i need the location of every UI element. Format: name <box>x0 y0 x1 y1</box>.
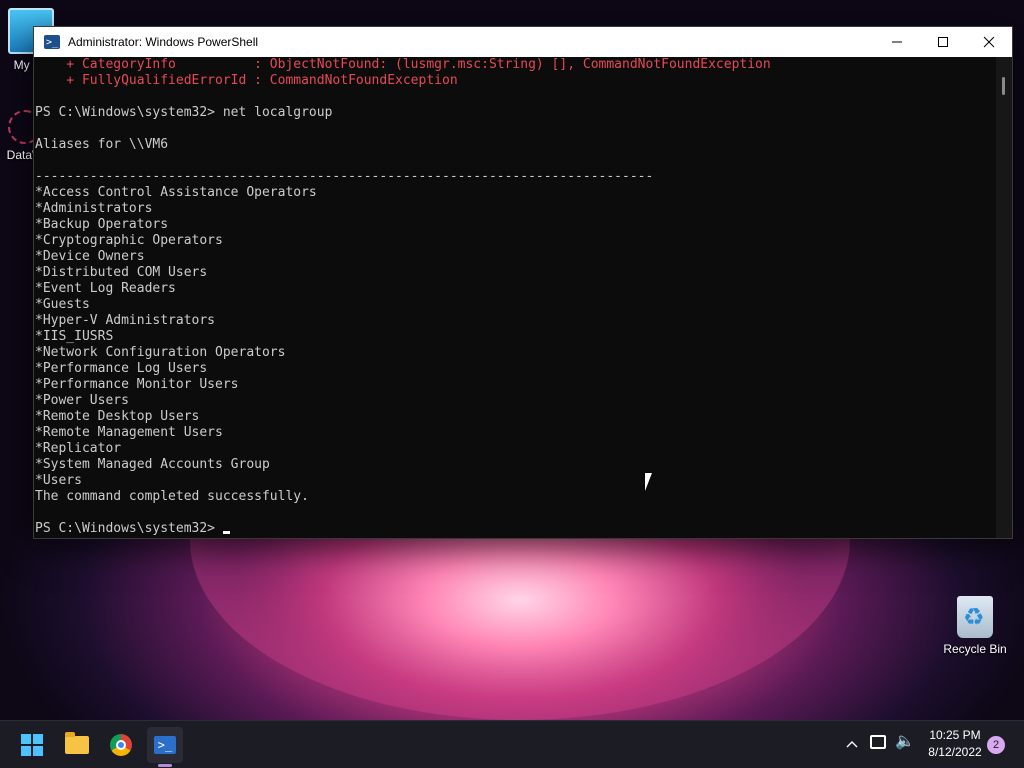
desktop-icon-recycle-bin[interactable]: Recycle Bin <box>940 596 1010 656</box>
console-line: *Performance Log Users <box>35 361 208 376</box>
taskbar-file-explorer[interactable] <box>59 727 95 763</box>
taskbar: >_ 🔈 10:25 PM 8/12/2022 2 <box>0 720 1024 768</box>
windows-start-icon <box>21 734 43 756</box>
desktop: My Co DataW Recycle Bin >_ Administrator… <box>0 0 1024 768</box>
console-line: *Replicator <box>35 441 122 456</box>
console-line: *Guests <box>35 297 90 312</box>
network-icon[interactable] <box>870 735 886 749</box>
window-title: Administrator: Windows PowerShell <box>68 35 259 49</box>
taskbar-powershell[interactable]: >_ <box>147 727 183 763</box>
recycle-bin-icon <box>957 596 993 638</box>
console-line: *Remote Desktop Users <box>35 409 200 424</box>
taskbar-start-button[interactable] <box>14 727 50 763</box>
clock-time: 10:25 PM <box>929 728 981 742</box>
console-line: PS C:\Windows\system32> net localgroup <box>35 105 333 120</box>
desktop-icon-label: Recycle Bin <box>943 642 1007 656</box>
show-hidden-icons-button[interactable] <box>843 733 861 755</box>
console-line: *Distributed COM Users <box>35 265 208 280</box>
console-line: The command completed successfully. <box>35 489 309 504</box>
console-prompt: PS C:\Windows\system32> <box>35 521 223 536</box>
console-line: *Performance Monitor Users <box>35 377 239 392</box>
powershell-icon: >_ <box>154 736 176 754</box>
maximize-icon <box>938 37 948 47</box>
console-prompt-line[interactable]: PS C:\Windows\system32> <box>34 521 996 537</box>
mouse-pointer-icon <box>645 473 659 491</box>
console-line: *Users <box>35 473 82 488</box>
console-line: *Access Control Assistance Operators <box>35 185 317 200</box>
volume-icon[interactable]: 🔈 <box>895 731 915 751</box>
close-icon <box>983 36 995 48</box>
console-line: *Cryptographic Operators <box>35 233 223 248</box>
console-line: *IIS_IUSRS <box>35 329 114 344</box>
console-scrollbar[interactable] <box>996 57 1012 538</box>
console-line: *Remote Management Users <box>35 425 223 440</box>
minimize-icon <box>892 41 902 43</box>
console-line: *Backup Operators <box>35 217 169 232</box>
scrollbar-thumb[interactable] <box>1002 77 1005 95</box>
console-line: *Power Users <box>35 393 129 408</box>
console-line: + FullyQualifiedErrorId : CommandNotFoun… <box>35 73 458 88</box>
console-output[interactable]: + CategoryInfo : ObjectNotFound: (lusmgr… <box>34 57 996 538</box>
chrome-icon <box>110 734 132 756</box>
powershell-window[interactable]: >_ Administrator: Windows PowerShell + C… <box>33 26 1013 539</box>
close-button[interactable] <box>966 27 1012 57</box>
maximize-button[interactable] <box>920 27 966 57</box>
console-line: ----------------------------------------… <box>35 169 654 184</box>
notification-badge[interactable]: 2 <box>987 736 1005 754</box>
console-line: *System Managed Accounts Group <box>35 457 270 472</box>
console-line: *Event Log Readers <box>35 281 176 296</box>
console-line: Aliases for \\VM6 <box>35 137 169 152</box>
taskbar-chrome[interactable] <box>103 727 139 763</box>
console-line: *Administrators <box>35 201 153 216</box>
console-line: *Device Owners <box>35 249 145 264</box>
clock-date: 8/12/2022 <box>928 745 982 759</box>
folder-icon <box>65 732 89 754</box>
console-line: + CategoryInfo : ObjectNotFound: (lusmgr… <box>35 57 771 72</box>
powershell-icon[interactable]: >_ <box>44 35 60 49</box>
taskbar-clock[interactable]: 10:25 PM 8/12/2022 <box>920 727 990 761</box>
console-line: *Network Configuration Operators <box>35 345 286 360</box>
text-cursor <box>222 531 230 534</box>
console-line: *Hyper-V Administrators <box>35 313 216 328</box>
minimize-button[interactable] <box>874 27 920 57</box>
window-titlebar[interactable]: >_ Administrator: Windows PowerShell <box>34 27 1012 57</box>
active-app-indicator <box>158 764 172 767</box>
chevron-up-icon <box>846 741 858 748</box>
